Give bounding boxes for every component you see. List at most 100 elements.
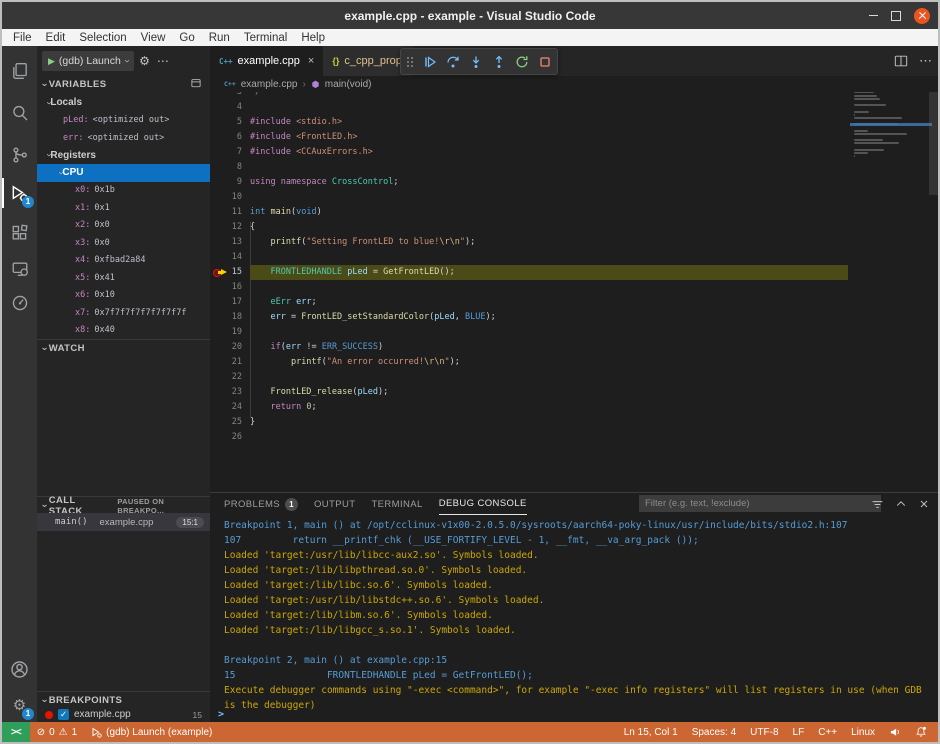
- code-line[interactable]: 24 return 0;: [210, 400, 848, 415]
- register-row[interactable]: x6:0x10: [37, 287, 210, 305]
- line-number[interactable]: 7: [210, 145, 250, 160]
- close-icon[interactable]: [914, 8, 930, 24]
- variable-row[interactable]: err:<optimized out>: [37, 129, 210, 147]
- code-line[interactable]: 9using namespace CrossControl;: [210, 175, 848, 190]
- step-over-icon[interactable]: [446, 55, 460, 69]
- language-indicator[interactable]: C++: [811, 722, 844, 742]
- code-line[interactable]: 17 eErr err;: [210, 295, 848, 310]
- configure-gear-icon[interactable]: ⚙: [139, 54, 150, 69]
- code-line[interactable]: 21 printf("An error occurred!\r\n");: [210, 355, 848, 370]
- code-line[interactable]: 16: [210, 280, 848, 295]
- register-row[interactable]: x7:0x7f7f7f7f7f7f7f7f: [37, 304, 210, 322]
- breadcrumb-file[interactable]: example.cpp: [241, 79, 298, 90]
- editor-scrollbar[interactable]: [929, 85, 938, 195]
- code-line[interactable]: 7#include <CCAuxErrors.h>: [210, 145, 848, 160]
- cursor-position-indicator[interactable]: Ln 15, Col 1: [617, 722, 685, 742]
- code-line[interactable]: 10: [210, 190, 848, 205]
- step-out-icon[interactable]: [492, 55, 506, 69]
- scope-registers[interactable]: ›Registers: [37, 147, 210, 165]
- line-number[interactable]: 26: [210, 430, 250, 445]
- code-line[interactable]: 13 printf("Setting FrontLED to blue!\r\n…: [210, 235, 848, 250]
- code-line[interactable]: 11int main(void): [210, 205, 848, 220]
- line-number[interactable]: 19: [210, 325, 250, 340]
- menu-help[interactable]: Help: [294, 32, 332, 44]
- code-line[interactable]: 12{: [210, 220, 848, 235]
- remote-indicator[interactable]: ><: [2, 722, 30, 742]
- remote-explorer-icon[interactable]: [2, 254, 37, 284]
- line-number[interactable]: 13: [210, 235, 250, 250]
- tab-debug-console[interactable]: DEBUG CONSOLE: [439, 494, 527, 515]
- register-row[interactable]: x4:0xfbad2a84: [37, 252, 210, 270]
- continue-icon[interactable]: [423, 55, 437, 69]
- menu-terminal[interactable]: Terminal: [237, 32, 294, 44]
- panel-icon[interactable]: [190, 77, 202, 92]
- line-number[interactable]: 5: [210, 115, 250, 130]
- code-line[interactable]: 5#include <stdio.h>: [210, 115, 848, 130]
- notifications-bell-icon[interactable]: [908, 722, 934, 742]
- title-bar[interactable]: example.cpp - example - Visual Studio Co…: [2, 2, 938, 29]
- maximize-icon[interactable]: [891, 11, 901, 21]
- code-line[interactable]: 15 FRONTLEDHANDLE pLed = GetFrontLED();: [210, 265, 848, 280]
- feedback-icon[interactable]: [882, 722, 908, 742]
- extensions-icon[interactable]: [2, 218, 37, 248]
- code-line[interactable]: 8: [210, 160, 848, 175]
- account-icon[interactable]: [2, 654, 37, 684]
- code-line[interactable]: 22: [210, 370, 848, 385]
- line-number[interactable]: 23: [210, 385, 250, 400]
- breadcrumb[interactable]: C++ example.cpp › main(void): [210, 76, 938, 92]
- restart-icon[interactable]: [515, 55, 529, 69]
- code-editor[interactable]: 3*/45#include <stdio.h>6#include <FrontL…: [210, 85, 848, 445]
- scope-locals[interactable]: ›Locals: [37, 94, 210, 112]
- line-number[interactable]: 17: [210, 295, 250, 310]
- line-number[interactable]: 16: [210, 280, 250, 295]
- line-number[interactable]: 8: [210, 160, 250, 175]
- search-icon[interactable]: [2, 98, 37, 128]
- problems-indicator[interactable]: ⊘ 0 ⚠ 1: [30, 722, 84, 742]
- indentation-indicator[interactable]: Spaces: 4: [685, 722, 743, 742]
- console-input[interactable]: >: [218, 707, 224, 721]
- menu-view[interactable]: View: [134, 32, 173, 44]
- line-number[interactable]: 20: [210, 340, 250, 355]
- tab-example-cpp[interactable]: C++ example.cpp ×: [210, 46, 323, 76]
- breakpoint-checkbox[interactable]: ✓: [58, 709, 69, 720]
- line-number[interactable]: 25: [210, 415, 250, 430]
- code-line[interactable]: 26: [210, 430, 848, 445]
- line-number[interactable]: 6: [210, 130, 250, 145]
- more-actions-icon[interactable]: ⋯: [157, 54, 169, 68]
- stack-frame-row[interactable]: main() example.cpp 15:1: [37, 513, 210, 531]
- register-row[interactable]: x3:0x0: [37, 234, 210, 252]
- line-number[interactable]: 10: [210, 190, 250, 205]
- code-line[interactable]: 6#include <FrontLED.h>: [210, 130, 848, 145]
- register-row[interactable]: x8:0x40: [37, 322, 210, 340]
- breakpoint-row[interactable]: ✓ example.cpp 15: [37, 707, 210, 722]
- code-line[interactable]: 20 if(err != ERR_SUCCESS): [210, 340, 848, 355]
- variables-section-header[interactable]: › VARIABLES: [37, 76, 210, 93]
- line-number[interactable]: 21: [210, 355, 250, 370]
- tab-terminal[interactable]: TERMINAL: [371, 494, 422, 515]
- encoding-indicator[interactable]: UTF-8: [743, 722, 785, 742]
- watch-section-header[interactable]: › WATCH: [37, 339, 210, 357]
- explorer-icon[interactable]: [2, 56, 37, 86]
- variable-row[interactable]: pLed:<optimized out>: [37, 112, 210, 130]
- gauge-icon[interactable]: [2, 288, 37, 318]
- line-number[interactable]: 4: [210, 100, 250, 115]
- register-row[interactable]: x5:0x41: [37, 269, 210, 287]
- settings-gear-icon[interactable]: ⚙ 1: [2, 690, 37, 720]
- line-number[interactable]: 9: [210, 175, 250, 190]
- tab-problems[interactable]: PROBLEMS 1: [224, 494, 298, 515]
- minimap[interactable]: [850, 85, 928, 255]
- line-number[interactable]: 24: [210, 400, 250, 415]
- register-row[interactable]: x0:0x1b: [37, 182, 210, 200]
- line-number[interactable]: 11: [210, 205, 250, 220]
- split-editor-icon[interactable]: [894, 54, 908, 68]
- line-number[interactable]: 14: [210, 250, 250, 265]
- code-line[interactable]: 25}: [210, 415, 848, 430]
- more-actions-icon[interactable]: ⋯: [919, 53, 932, 69]
- call-stack-section-header[interactable]: › CALL STACK PAUSED ON BREAKPO...: [37, 496, 210, 514]
- line-number[interactable]: 18: [210, 310, 250, 325]
- drag-grip-icon[interactable]: [406, 56, 414, 68]
- menu-edit[interactable]: Edit: [39, 32, 73, 44]
- line-number[interactable]: 12: [210, 220, 250, 235]
- stop-icon[interactable]: [538, 55, 552, 69]
- os-indicator[interactable]: Linux: [844, 722, 882, 742]
